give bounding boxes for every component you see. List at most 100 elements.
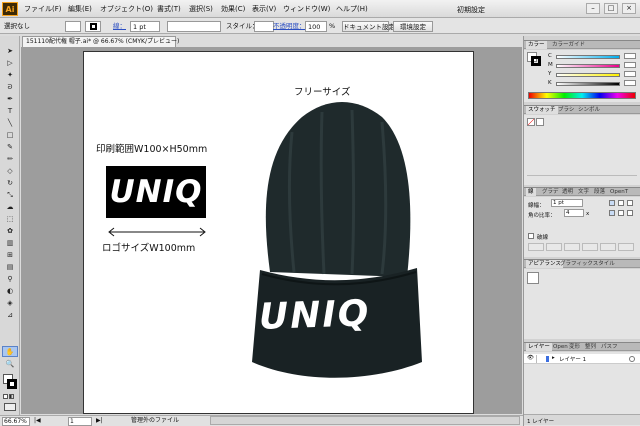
cyan-slider[interactable] [556,55,620,59]
tab-align[interactable]: 整列 [583,343,598,351]
free-transform-icon[interactable]: ⬚ [2,214,18,225]
black-slider[interactable] [556,82,620,86]
menu-edit[interactable]: 編集(E) [68,4,92,14]
magenta-value[interactable] [624,62,636,68]
tab-symbols[interactable]: シンボル [576,106,602,114]
rectangle-icon[interactable]: □ [2,130,18,141]
layer-name[interactable]: レイヤー 1 [559,355,586,363]
dashed-line-checkbox[interactable] [528,233,534,239]
menu-file[interactable]: ファイル(F) [24,4,62,14]
gradient-icon[interactable]: ▤ [2,262,18,273]
expand-arrow-icon[interactable]: ▸ [552,355,555,361]
fill-swatch[interactable] [65,21,81,32]
stroke-weight-input[interactable]: 1 pt [130,21,160,32]
black-value[interactable] [624,80,636,86]
dash-field-3[interactable] [600,243,616,251]
tab-gradient[interactable]: グラデ [540,188,561,196]
eye-icon[interactable]: 👁 [527,355,534,361]
tab-swatches[interactable]: スウォッチ [526,106,558,114]
artboard-number-field[interactable]: 1 [68,417,92,426]
menu-view[interactable]: 表示(V) [252,4,276,14]
variable-width-select[interactable] [167,21,221,32]
rotate-icon[interactable]: ↻ [2,178,18,189]
cap-butt-icon[interactable] [609,200,615,206]
menu-select[interactable]: 選択(S) [189,4,213,14]
stroke-label[interactable]: 線： [113,21,126,32]
mesh-icon[interactable]: ⊞ [2,250,18,261]
menu-effect[interactable]: 効果(C) [221,4,245,14]
magenta-slider[interactable] [556,64,620,68]
graphic-style-select[interactable] [254,21,274,32]
tab-character[interactable]: 文字 [576,188,591,196]
opacity-label[interactable]: 不透明度： [273,21,306,32]
graph-icon[interactable]: ▥ [2,238,18,249]
pen-icon[interactable]: ✒ [2,94,18,105]
line-icon[interactable]: ╲ [2,118,18,129]
tab-layers[interactable]: レイヤー [526,343,552,351]
tab-pathfinder[interactable]: パスフ [599,343,620,351]
join-round-icon[interactable] [618,210,624,216]
paintbrush-icon[interactable]: ✎ [2,142,18,153]
tab-paragraph[interactable]: 段落 [592,188,607,196]
cyan-value[interactable] [624,53,636,59]
gap-field-3[interactable] [618,243,634,251]
miter-limit-input[interactable]: 4 [564,209,584,217]
slice-icon[interactable]: ⊿ [2,310,18,321]
blend-icon[interactable]: ◐ [2,286,18,297]
document-setup-button[interactable]: ドキュメント設定 [342,21,395,32]
minimize-button[interactable]: – [586,3,600,14]
color-spectrum-bar[interactable] [528,92,636,99]
stroke-color-swatch[interactable] [531,56,541,66]
symbol-sprayer-icon[interactable]: ✿ [2,226,18,237]
menu-object[interactable]: オブジェクト(O) [100,4,153,14]
status-info[interactable]: 管理外のファイル [131,417,179,426]
pencil-icon[interactable]: ✏ [2,154,18,165]
tab-graphic-styles[interactable]: グラフィックスタイル [558,260,617,268]
target-icon[interactable] [629,356,635,362]
stroke-swatch[interactable] [85,21,101,32]
type-icon[interactable]: T [2,106,18,117]
dash-field-1[interactable] [528,243,544,251]
stroke-color-icon[interactable] [7,379,17,389]
tab-transform[interactable]: 変形 [567,343,582,351]
yellow-slider[interactable] [556,73,620,77]
preferences-button[interactable]: 環境設定 [393,21,433,32]
scale-icon[interactable]: ⤡ [2,190,18,201]
magic-wand-icon[interactable]: ✦ [2,70,18,81]
selection-arrow-icon[interactable]: ➤ [2,46,18,57]
default-style-swatch[interactable] [527,272,539,284]
close-button[interactable]: × [622,3,636,14]
warp-icon[interactable]: ☁ [2,202,18,213]
maximize-button[interactable]: □ [604,3,618,14]
eraser-icon[interactable]: ◇ [2,166,18,177]
lasso-icon[interactable]: ᘐ [2,82,18,93]
live-paint-icon[interactable]: ◈ [2,298,18,309]
opacity-input[interactable]: 100 [305,21,327,32]
tab-transparency[interactable]: 透明 [560,188,575,196]
join-bevel-icon[interactable] [627,210,633,216]
stroke-width-input[interactable]: 1 pt [551,199,583,207]
tab-brushes[interactable]: ブラシ [556,106,576,114]
gap-field-1[interactable] [546,243,562,251]
page-first-icon[interactable]: |◀ [34,417,41,426]
beanie-image[interactable] [232,92,432,382]
tab-opentype[interactable]: OpenT [608,188,630,196]
menu-type[interactable]: 書式(T) [157,4,181,14]
yellow-value[interactable] [624,71,636,77]
horizontal-scrollbar[interactable] [210,416,520,425]
layer-row[interactable]: 👁 ▸ レイヤー 1 [524,354,640,364]
hand-icon[interactable]: ✋ [2,346,18,357]
menu-help[interactable]: ヘルプ(H) [336,4,368,14]
zoom-field[interactable]: 66.67% [2,417,30,426]
page-last-icon[interactable]: ▶| [96,417,103,426]
color-mode-icon[interactable] [3,394,8,399]
dash-field-2[interactable] [564,243,580,251]
cap-projecting-icon[interactable] [627,200,633,206]
none-swatch-icon[interactable] [527,118,535,126]
white-swatch[interactable] [536,118,544,126]
screen-mode-icon[interactable] [4,403,16,411]
zoom-icon[interactable]: 🔍 [2,359,18,370]
gap-field-2[interactable] [582,243,598,251]
cap-round-icon[interactable] [618,200,624,206]
tab-color-guide[interactable]: カラーガイド [550,41,587,49]
